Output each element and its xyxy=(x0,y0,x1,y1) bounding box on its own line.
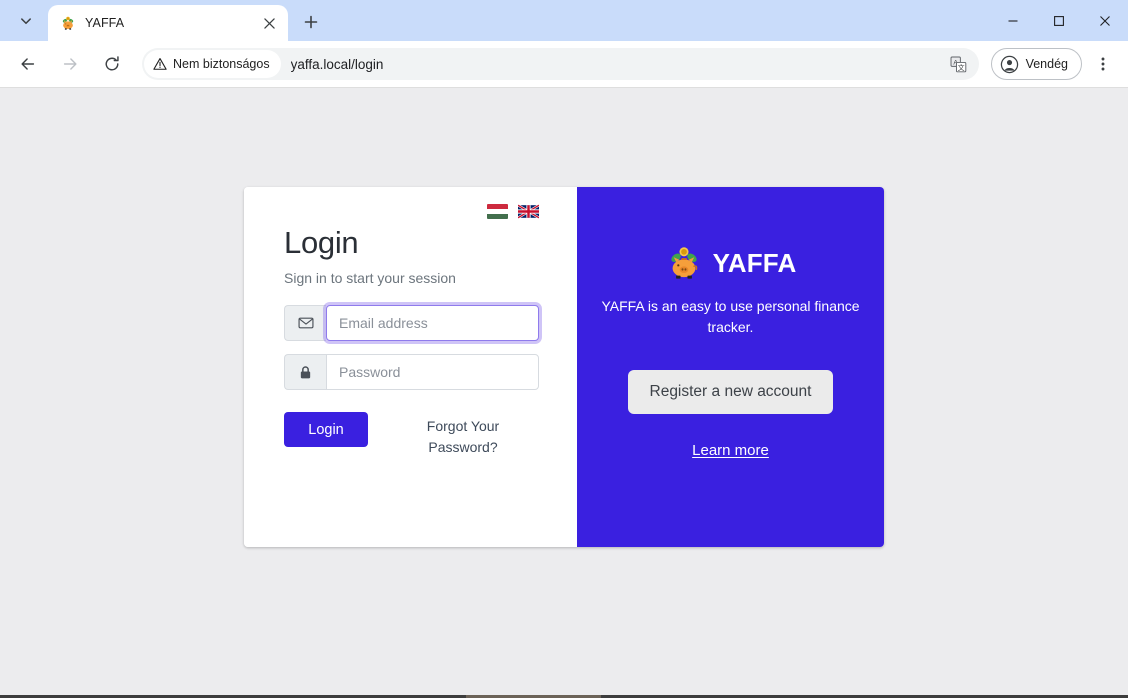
maximize-icon xyxy=(1054,15,1064,26)
minimize-icon xyxy=(1008,19,1018,22)
url-text: yaffa.local/login xyxy=(290,56,384,72)
lock-icon xyxy=(284,354,326,390)
learn-more-link[interactable]: Learn more xyxy=(692,442,769,459)
profile-button[interactable]: Vendég xyxy=(990,48,1082,80)
brand-description: YAFFA is an easy to use personal finance… xyxy=(601,298,860,335)
password-field[interactable] xyxy=(326,354,539,390)
browser-toolbar: Nem biztonságos yaffa.local/login A 文 Ve… xyxy=(0,41,1128,88)
brand-row: YAFFA xyxy=(665,244,797,282)
page-title: Login xyxy=(284,225,359,260)
login-card: Login Sign in to start your session Emai… xyxy=(244,187,884,547)
close-icon xyxy=(1100,15,1110,26)
page-viewport: Login Sign in to start your session Emai… xyxy=(0,88,1128,698)
login-button[interactable]: Login xyxy=(284,412,368,447)
browser-tab[interactable]: YAFFA xyxy=(48,5,288,41)
language-switcher xyxy=(487,204,539,219)
arrow-right-icon xyxy=(63,58,77,70)
translate-icon: A 文 xyxy=(950,56,967,72)
password-input-group xyxy=(284,354,539,390)
forward-button[interactable] xyxy=(54,48,86,80)
envelope-icon xyxy=(284,305,326,341)
register-button[interactable]: Register a new account xyxy=(627,370,834,414)
window-controls xyxy=(990,0,1128,41)
plus-icon xyxy=(304,15,318,29)
reload-button[interactable] xyxy=(96,48,128,80)
close-icon xyxy=(263,17,275,29)
reload-icon xyxy=(105,56,119,71)
window-close-button[interactable] xyxy=(1082,0,1128,41)
email-field[interactable] xyxy=(326,305,539,341)
tab-close-button[interactable] xyxy=(258,12,280,34)
hungarian-flag-icon[interactable] xyxy=(487,204,508,219)
account-circle-icon xyxy=(1000,55,1018,73)
english-flag-icon[interactable] xyxy=(518,204,539,219)
piggy-bank-icon xyxy=(665,244,703,282)
window-maximize-button[interactable] xyxy=(1036,0,1082,41)
browser-menu-button[interactable] xyxy=(1088,49,1118,79)
form-actions: Login Forgot Your Password? xyxy=(284,412,539,458)
login-form-pane: Login Sign in to start your session Emai… xyxy=(244,187,577,547)
translate-button[interactable]: A 文 xyxy=(945,50,973,78)
login-subtitle: Sign in to start your session xyxy=(284,270,456,286)
chevron-down-icon xyxy=(21,18,31,25)
tab-title: YAFFA xyxy=(85,16,125,30)
brand-name: YAFFA xyxy=(712,247,797,278)
promo-pane: YAFFA YAFFA is an easy to use personal f… xyxy=(577,187,884,547)
svg-text:文: 文 xyxy=(958,62,965,71)
profile-name: Vendég xyxy=(1025,57,1068,71)
new-tab-button[interactable] xyxy=(296,7,326,37)
tab-search-button[interactable] xyxy=(6,5,46,37)
window-minimize-button[interactable] xyxy=(990,0,1036,41)
piggy-bank-icon xyxy=(59,15,76,32)
security-status-text: Nem biztonságos xyxy=(173,57,270,71)
arrow-left-icon xyxy=(21,58,35,70)
back-button[interactable] xyxy=(12,48,44,80)
three-dot-menu-icon xyxy=(1101,57,1105,71)
email-input-group xyxy=(284,305,539,341)
address-bar[interactable]: Nem biztonságos yaffa.local/login A 文 xyxy=(142,48,979,80)
warning-triangle-icon xyxy=(153,58,167,70)
tab-strip: YAFFA xyxy=(0,0,1128,41)
browser-window: YAFFA Nem biztonságos yaffa.local/login … xyxy=(0,0,1128,698)
site-security-chip[interactable]: Nem biztonságos xyxy=(144,50,281,78)
forgot-password-link[interactable]: Forgot Your Password? xyxy=(415,412,511,458)
